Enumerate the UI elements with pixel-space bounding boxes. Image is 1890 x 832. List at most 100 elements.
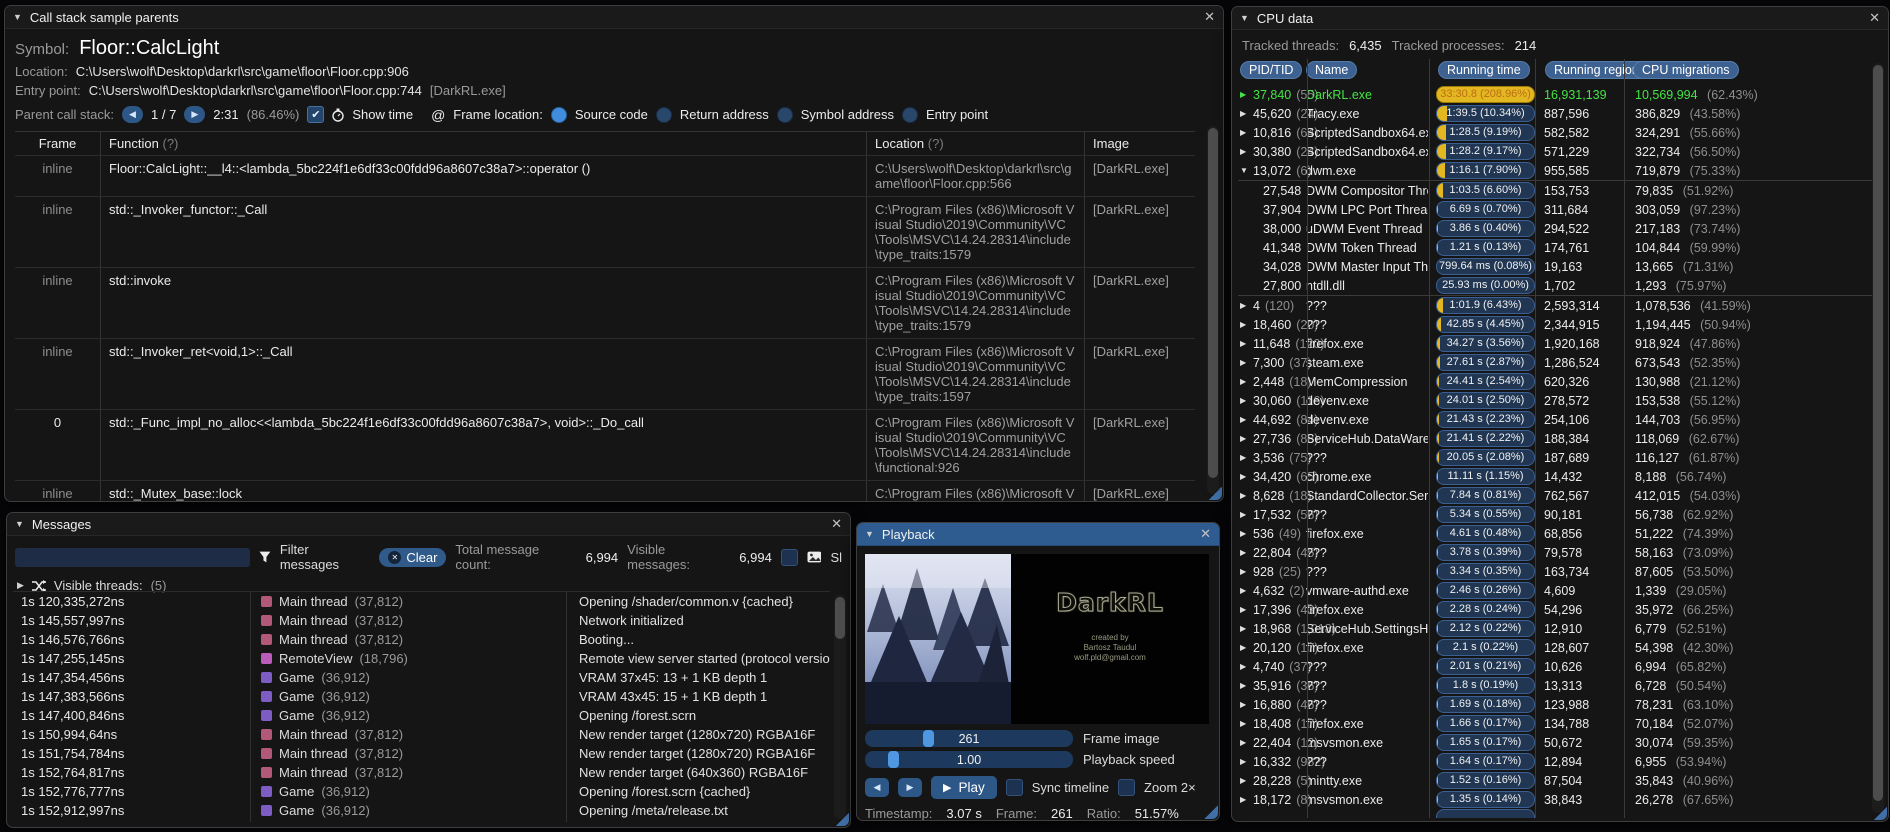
- cpu-table-row[interactable]: ▶ 22,804(45) ??? 3.78 s (0.39%) 79,578 5…: [1238, 543, 1882, 562]
- expand-arrow-icon[interactable]: ▶: [1238, 567, 1253, 576]
- resize-grip[interactable]: [834, 811, 849, 826]
- callstack-scrollbar[interactable]: [1207, 126, 1219, 494]
- cpu-table-row[interactable]: ▶ 37,840(55) DarkRL.exe 33:30.8 (208.96%…: [1238, 85, 1882, 104]
- expand-arrow-icon[interactable]: ▶: [1238, 795, 1253, 804]
- message-row[interactable]: 1s 147,383,566ns Game (36,912) VRAM 43x4…: [13, 687, 830, 706]
- cpu-table-row[interactable]: ▶ 18,408(17) firefox.exe 1.66 s (0.17%) …: [1238, 714, 1882, 733]
- cpu-table-row[interactable]: ▶ 7,300 (37) steam.exe 27.61 s (2.87%) 1,…: [1238, 353, 1882, 372]
- cpu-table-row[interactable]: ▶ 34,420(65) chrome.exe 11.11 s (1.15%) …: [1238, 467, 1882, 486]
- expand-arrow-icon[interactable]: ▶: [1238, 453, 1253, 462]
- expand-arrow-icon[interactable]: ▶: [1238, 605, 1253, 614]
- expand-arrow-icon[interactable]: ▶: [1238, 548, 1253, 557]
- close-icon[interactable]: ✕: [1200, 526, 1211, 542]
- expand-arrow-icon[interactable]: ▶: [1238, 128, 1253, 137]
- expand-arrow-icon[interactable]: ▶: [1238, 643, 1253, 652]
- expand-arrow-icon[interactable]: ▶: [1238, 624, 1253, 633]
- cpu-table-row[interactable]: ▶ 18,968(1,018) ServiceHub.SettingsHost.…: [1238, 619, 1882, 638]
- function-cell[interactable]: std::_Mutex_base::lock: [101, 481, 867, 501]
- expand-arrow-icon[interactable]: ▶: [1238, 472, 1253, 481]
- expand-arrow-icon[interactable]: ▶: [1238, 109, 1253, 118]
- cpu-table-row[interactable]: ▶ 20,120(17) firefox.exe 2.1 s (0.22%) 1…: [1238, 638, 1882, 657]
- expand-arrow-icon[interactable]: ▶: [1238, 147, 1253, 156]
- collapse-icon[interactable]: ▼: [15, 519, 24, 529]
- col-cpu-migrations[interactable]: CPU migrations: [1633, 61, 1739, 79]
- step-back-button[interactable]: ◀: [865, 778, 889, 797]
- message-row[interactable]: 1s 147,400,846ns Game (36,912) Opening /…: [13, 706, 830, 725]
- expand-arrow-icon[interactable]: ▶: [1238, 586, 1253, 595]
- callstack-table-row[interactable]: inline std::_Invoker_ret<void,1>::_Call …: [15, 339, 1195, 410]
- expand-arrow-icon[interactable]: ▶: [1238, 738, 1253, 747]
- cpu-table-row[interactable]: ▶ 4,740 (37) ??? 2.01 s (0.21%) 10,626 6,…: [1238, 657, 1882, 676]
- cpu-table-row[interactable]: ▶ 30,380(24) ScriptedSandbox64.exe 1:28.…: [1238, 142, 1882, 161]
- cpu-table-row[interactable]: ▶ 3,536 (75) ??? 20.05 s (2.08%) 187,689 …: [1238, 448, 1882, 467]
- collapse-icon[interactable]: ▼: [13, 12, 22, 22]
- col-pid-tid[interactable]: PID/TID: [1240, 61, 1303, 79]
- radio-source-code[interactable]: [550, 106, 567, 123]
- callstack-table-row[interactable]: 0 std::_Func_impl_no_alloc<<lambda_5bc22…: [15, 410, 1195, 481]
- col-running-time[interactable]: Running time: [1438, 61, 1530, 79]
- cpu-table-row[interactable]: ▶ 11,648 (120) firefox.exe 34.27 s (3.56%…: [1238, 334, 1882, 353]
- col-name[interactable]: Name: [1306, 61, 1358, 79]
- cpu-table-row[interactable]: 27,800 ntdll.dll 25.93 ms (0.00%) 1,702 …: [1238, 276, 1882, 295]
- cpu-table-row[interactable]: ▶ 16,880(46) ??? 1.69 s (0.18%) 123,988 …: [1238, 695, 1882, 714]
- callstack-table-row[interactable]: inline std::_Mutex_base::lock C:\Program…: [15, 481, 1195, 501]
- cpu-table-row[interactable]: ▶ 45,620(24) Tracy.exe 1:39.5 (10.34%) 8…: [1238, 104, 1882, 123]
- function-cell[interactable]: std::_Func_impl_no_alloc<<lambda_5bc224f…: [101, 410, 867, 480]
- close-icon[interactable]: ✕: [831, 516, 842, 532]
- expand-arrow-icon[interactable]: ▶: [1238, 434, 1253, 443]
- expand-arrow-icon[interactable]: ▶: [1238, 681, 1253, 690]
- message-row[interactable]: 1s 152,776,777ns Game (36,912) Opening /…: [13, 782, 830, 801]
- play-button[interactable]: ▶ Play: [931, 776, 997, 799]
- sync-timeline-checkbox[interactable]: [1005, 779, 1023, 796]
- callstack-table-row[interactable]: inline std::_Invoker_functor::_Call C:\P…: [15, 197, 1195, 268]
- expand-arrow-icon[interactable]: ▶: [1238, 700, 1253, 709]
- cpu-table-row[interactable]: ▶ 17,396(43) firefox.exe 2.28 s (0.24%) …: [1238, 600, 1882, 619]
- slider-grab[interactable]: [923, 730, 935, 747]
- message-row[interactable]: 1s 147,354,456ns Game (36,912) VRAM 37x4…: [13, 668, 830, 687]
- close-icon[interactable]: ✕: [1869, 10, 1880, 26]
- expand-arrow-icon[interactable]: ▼: [1238, 166, 1253, 175]
- expand-arrow-icon[interactable]: ▶: [1238, 90, 1253, 99]
- cpu-table-row[interactable]: ▶ 8,628(18) StandardCollector.Service.e …: [1238, 486, 1882, 505]
- resize-grip[interactable]: [1207, 485, 1222, 500]
- message-row[interactable]: 1s 147,255,145ns RemoteView (18,796) Rem…: [13, 649, 830, 668]
- expand-arrow-icon[interactable]: ▶: [1238, 358, 1253, 367]
- cpu-table-row[interactable]: ▼ 13,072 (6) dwm.exe 1:16.1 (7.90%) 955,5…: [1238, 161, 1882, 180]
- cpu-table-row[interactable]: ▶ 4 (120) ??? 1:01.9 (6.43%) 2,593,314 1,…: [1238, 295, 1882, 315]
- function-cell[interactable]: Floor::CalcLight::__l4::<lambda_5bc224f1…: [101, 156, 867, 196]
- expand-arrow-icon[interactable]: ▶: [1238, 662, 1253, 671]
- playback-speed-slider[interactable]: 1.00: [865, 751, 1073, 768]
- expand-arrow-icon[interactable]: ▶: [1238, 757, 1253, 766]
- expand-threads-icon[interactable]: ▶: [17, 580, 24, 591]
- expand-arrow-icon[interactable]: ▶: [1238, 529, 1253, 538]
- cpu-table-row[interactable]: ▶ 44,692(84) devenv.exe 21.43 s (2.23%) …: [1238, 410, 1882, 429]
- expand-arrow-icon[interactable]: ▶: [1238, 396, 1253, 405]
- collapse-icon[interactable]: ▼: [865, 529, 874, 539]
- slider-grab[interactable]: [887, 751, 899, 768]
- cpu-table-row[interactable]: ▶ 2,448 (18) MemCompression 24.41 s (2.54…: [1238, 372, 1882, 391]
- message-row[interactable]: 1s 150,994,64ns Main thread (37,812) New…: [13, 725, 830, 744]
- expand-arrow-icon[interactable]: ▶: [1238, 320, 1253, 329]
- message-row[interactable]: 1s 145,557,997ns Main thread (37,812) Ne…: [13, 611, 830, 630]
- close-icon[interactable]: ✕: [1204, 9, 1215, 25]
- cpu-table-row[interactable]: 34,028 DWM Master Input Thread 799.64 ms…: [1238, 257, 1882, 276]
- callstack-table-row[interactable]: inline std::invoke C:\Program Files (x86…: [15, 268, 1195, 339]
- message-row[interactable]: 1s 152,912,997ns Game (36,912) Opening /…: [13, 801, 830, 820]
- cpu-table-row[interactable]: 41,348 DWM Token Thread 1.21 s (0.13%) 1…: [1238, 238, 1882, 257]
- cpu-table-row[interactable]: ▶ 928 (25) ??? 3.34 s (0.35%) 163,734 87,…: [1238, 562, 1882, 581]
- prev-frame-button[interactable]: ◀: [122, 106, 143, 123]
- resize-grip[interactable]: [1203, 804, 1218, 819]
- message-row[interactable]: 1s 151,754,784ns Main thread (37,812) Ne…: [13, 744, 830, 763]
- cpu-table-row[interactable]: ▶ 17,532(56) ??? 5.34 s (0.55%) 90,181 5…: [1238, 505, 1882, 524]
- show-images-checkbox[interactable]: [780, 548, 798, 566]
- cpu-table-row[interactable]: ▶ 18,172 (8) msvsmon.exe 1.35 s (0.14%) 3…: [1238, 790, 1882, 809]
- cpu-table-row[interactable]: ▶ 30,060 (116) devenv.exe 24.01 s (2.50%)…: [1238, 391, 1882, 410]
- next-frame-button[interactable]: ▶: [184, 106, 206, 123]
- filter-input[interactable]: [15, 547, 250, 567]
- expand-arrow-icon[interactable]: ▶: [1238, 491, 1253, 500]
- collapse-icon[interactable]: ▼: [1240, 13, 1249, 23]
- cpu-table-row[interactable]: ▶ 28,228 (5) mintty.exe 1.52 s (0.16%) 87…: [1238, 771, 1882, 790]
- expand-arrow-icon[interactable]: ▶: [1238, 776, 1253, 785]
- cpu-table-row[interactable]: 27,548 DWM Compositor Thread 1:03.5 (6.6…: [1238, 180, 1882, 200]
- function-cell[interactable]: std::_Invoker_functor::_Call: [101, 197, 867, 267]
